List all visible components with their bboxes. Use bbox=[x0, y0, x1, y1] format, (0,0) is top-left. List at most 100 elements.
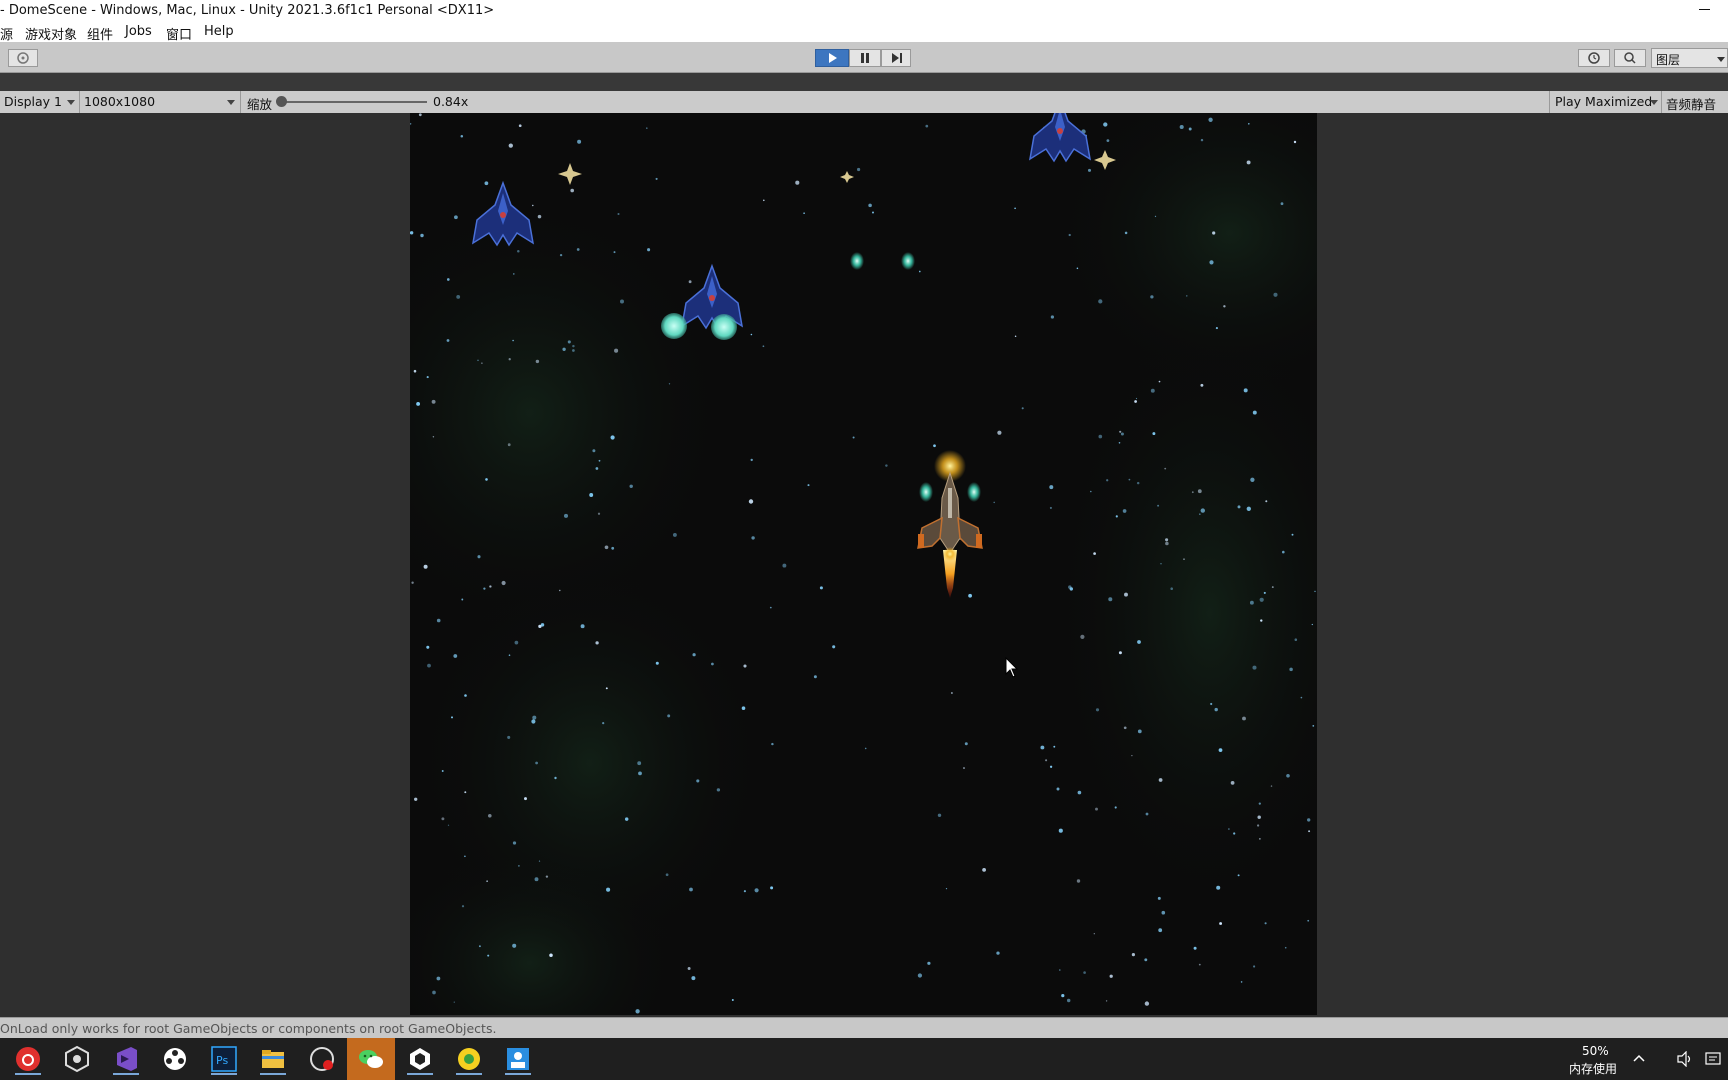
star bbox=[1103, 122, 1108, 127]
step-button[interactable] bbox=[881, 49, 911, 67]
star bbox=[580, 624, 585, 629]
photoshop-icon[interactable]: Ps bbox=[207, 1043, 241, 1075]
wechat-icon[interactable] bbox=[354, 1043, 388, 1075]
star bbox=[1109, 974, 1113, 978]
star bbox=[1115, 515, 1118, 518]
star bbox=[620, 299, 624, 304]
star bbox=[1240, 981, 1243, 983]
play-button[interactable] bbox=[815, 49, 849, 67]
scale-slider-track[interactable] bbox=[282, 101, 427, 103]
star bbox=[741, 706, 746, 710]
visual-studio-icon[interactable] bbox=[109, 1043, 143, 1075]
game-canvas[interactable] bbox=[410, 113, 1317, 1015]
star bbox=[1246, 506, 1251, 511]
minimize-button[interactable] bbox=[1696, 0, 1714, 22]
star bbox=[535, 761, 538, 765]
status-bar: OnLoad only works for root GameObjects o… bbox=[0, 1017, 1728, 1039]
photo-viewer-icon[interactable] bbox=[501, 1043, 535, 1075]
star bbox=[1294, 638, 1298, 641]
star bbox=[864, 747, 867, 750]
star bbox=[1152, 432, 1156, 436]
star bbox=[604, 545, 609, 550]
star bbox=[1300, 696, 1303, 699]
menu-window[interactable]: 窗口 bbox=[166, 24, 192, 43]
star bbox=[1114, 806, 1117, 809]
star bbox=[436, 976, 441, 981]
notification-icon[interactable] bbox=[1704, 1051, 1722, 1067]
browser-icon[interactable] bbox=[452, 1043, 486, 1075]
speaker-icon[interactable] bbox=[1676, 1051, 1694, 1067]
star bbox=[420, 233, 424, 238]
star bbox=[1183, 558, 1185, 560]
star bbox=[512, 841, 517, 845]
menu-jobs[interactable]: Jobs bbox=[125, 24, 152, 39]
star bbox=[635, 1009, 640, 1014]
star bbox=[460, 135, 464, 138]
star bbox=[1095, 807, 1098, 811]
play-mode-dropdown[interactable]: Play Maximized bbox=[1555, 94, 1652, 109]
search-icon bbox=[1624, 52, 1636, 64]
star bbox=[691, 976, 696, 981]
star bbox=[611, 546, 615, 550]
star bbox=[803, 212, 805, 215]
star bbox=[689, 887, 693, 892]
star bbox=[1098, 434, 1103, 439]
star bbox=[1209, 260, 1214, 265]
star bbox=[1053, 745, 1056, 748]
chevron-up-icon[interactable] bbox=[1632, 1052, 1646, 1064]
star bbox=[1250, 477, 1255, 482]
pause-button[interactable] bbox=[849, 49, 881, 67]
star bbox=[1077, 790, 1082, 795]
star bbox=[872, 211, 874, 214]
star bbox=[997, 430, 1002, 435]
star bbox=[1200, 383, 1204, 387]
menu-assets[interactable]: 源 bbox=[0, 24, 13, 43]
netease-music-icon[interactable] bbox=[11, 1043, 45, 1075]
star bbox=[1263, 591, 1266, 594]
star bbox=[743, 664, 747, 668]
star bbox=[1049, 506, 1052, 509]
console-message[interactable]: OnLoad only works for root GameObjects o… bbox=[0, 1021, 496, 1036]
star bbox=[1083, 971, 1086, 974]
star bbox=[1106, 139, 1110, 142]
game-view-toolbar: Display 1 1080x1080 缩放 0.84x Play Maximi… bbox=[0, 91, 1728, 114]
star bbox=[595, 467, 599, 470]
star bbox=[1219, 922, 1223, 925]
star bbox=[1237, 874, 1240, 877]
menu-gameobject[interactable]: 游戏对象 bbox=[25, 24, 77, 43]
star bbox=[572, 349, 575, 352]
star bbox=[1270, 785, 1273, 787]
star bbox=[692, 653, 696, 657]
star bbox=[1256, 824, 1260, 827]
menu-help[interactable]: Help bbox=[204, 24, 234, 39]
star bbox=[485, 478, 488, 481]
layers-dropdown[interactable]: 图层 bbox=[1651, 48, 1728, 68]
star bbox=[1228, 828, 1230, 830]
star bbox=[1145, 812, 1149, 816]
file-explorer-icon[interactable] bbox=[256, 1043, 290, 1075]
cloud-button[interactable] bbox=[8, 49, 38, 67]
star bbox=[754, 888, 759, 893]
star bbox=[1157, 896, 1161, 900]
star bbox=[1134, 400, 1137, 403]
star bbox=[795, 180, 800, 185]
mute-audio-toggle[interactable]: 音频静音 bbox=[1666, 94, 1716, 113]
star bbox=[646, 127, 648, 129]
star bbox=[1291, 533, 1294, 536]
menu-component[interactable]: 组件 bbox=[87, 24, 113, 43]
star bbox=[1108, 597, 1113, 602]
unity-hub-icon[interactable] bbox=[60, 1043, 94, 1075]
scale-slider-handle[interactable] bbox=[276, 96, 287, 107]
search-button[interactable] bbox=[1614, 49, 1646, 67]
resolution-dropdown[interactable]: 1080x1080 bbox=[84, 94, 155, 109]
video-editor-icon[interactable] bbox=[158, 1043, 192, 1075]
window-title: - DomeScene - Windows, Mac, Linux - Unit… bbox=[0, 3, 495, 18]
screen-recorder-icon[interactable] bbox=[305, 1043, 339, 1075]
unity-editor-icon[interactable] bbox=[403, 1043, 437, 1075]
display-dropdown[interactable]: Display 1 bbox=[4, 94, 62, 109]
star bbox=[762, 345, 765, 348]
history-button[interactable] bbox=[1578, 49, 1610, 67]
star bbox=[1264, 922, 1267, 925]
star bbox=[937, 813, 942, 818]
star bbox=[1158, 928, 1163, 933]
